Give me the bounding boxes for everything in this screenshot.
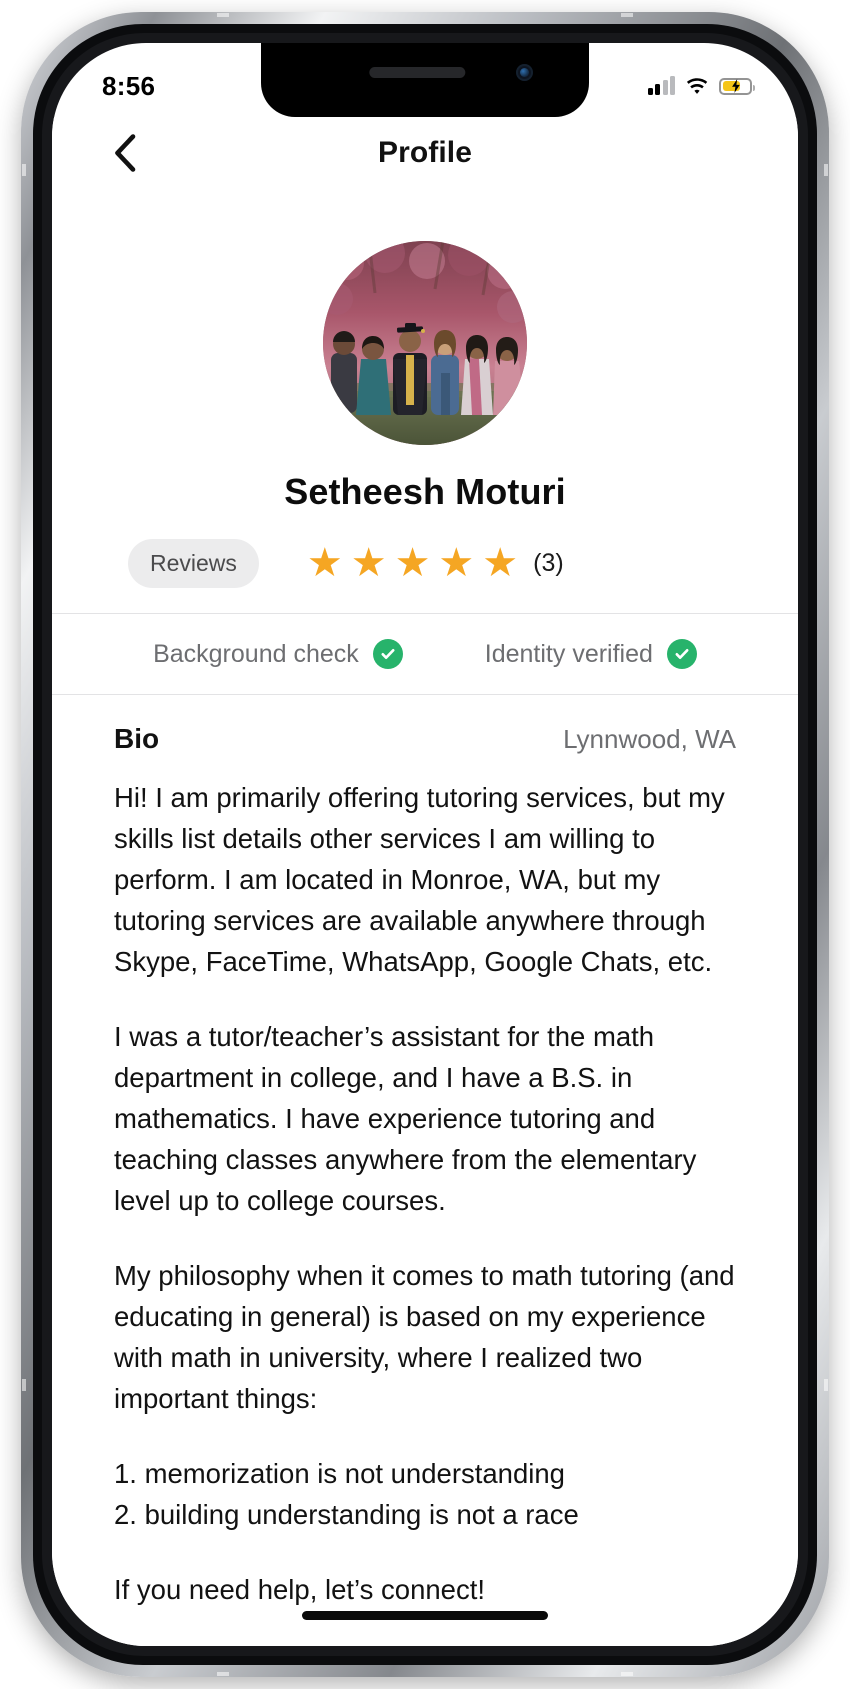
bio-paragraph: My philosophy when it comes to math tuto…: [114, 1260, 735, 1414]
identity-verified-label: Identity verified: [484, 639, 653, 668]
avatar[interactable]: [323, 241, 527, 445]
star-rating[interactable]: ★ ★ ★ ★ ★ (3): [307, 543, 564, 583]
page-title: Profile: [377, 136, 473, 169]
review-count: (3): [533, 548, 564, 577]
star-icon: ★: [438, 541, 475, 585]
wifi-icon: [686, 77, 708, 94]
bio-list: 1. memorization is not understanding 2. …: [114, 1458, 579, 1530]
star-icon: ★: [394, 541, 431, 585]
bio-paragraph: I was a tutor/teacher’s assistant for th…: [114, 1021, 697, 1216]
star-icon: ★: [482, 541, 519, 585]
bio-header: Bio Lynnwood, WA: [52, 695, 798, 755]
verified-check-icon: [372, 639, 403, 669]
identity-verified-item: Identity verified: [485, 639, 697, 669]
reviews-button[interactable]: Reviews: [128, 538, 259, 588]
background-check-item: Background check: [153, 639, 403, 669]
profile-name: Setheesh Moturi: [284, 471, 566, 512]
bio-location: Lynnwood, WA: [563, 724, 736, 754]
status-indicators: [647, 76, 755, 96]
phone-inner-bezel: 8:56 Profile Setheesh Moturi Reviews ★ ★…: [42, 33, 808, 1656]
avatar-container: [52, 241, 798, 445]
rating-row: Reviews ★ ★ ★ ★ ★ (3): [52, 535, 798, 591]
earpiece-speaker: [369, 67, 466, 78]
battery-charging-icon: [719, 77, 755, 95]
avatar-photo: [323, 241, 527, 445]
antenna-line: [217, 1672, 229, 1676]
front-camera-icon: [516, 64, 533, 81]
star-icon: ★: [350, 541, 387, 585]
antenna-line: [217, 13, 229, 17]
bio-paragraph: Hi! I am primarily offering tutoring ser…: [114, 782, 725, 977]
home-indicator[interactable]: [302, 1611, 548, 1620]
verification-row: Background check Identity verified: [52, 614, 798, 694]
chevron-left-icon: [115, 134, 136, 172]
antenna-line: [621, 13, 633, 17]
phone-screen: 8:56 Profile Setheesh Moturi Reviews ★ ★…: [52, 43, 798, 1646]
bio-body: Hi! I am primarily offering tutoring ser…: [52, 755, 798, 1610]
phone-bezel: 8:56 Profile Setheesh Moturi Reviews ★ ★…: [33, 24, 817, 1665]
antenna-line: [621, 1672, 633, 1676]
cellular-signal-icon: [647, 76, 675, 95]
bio-paragraph: If you need help, let’s connect!: [114, 1574, 485, 1605]
profile-content: Setheesh Moturi Reviews ★ ★ ★ ★ ★ (3) Ba…: [52, 189, 798, 1646]
navigation-bar: Profile: [52, 117, 798, 189]
back-button[interactable]: [108, 132, 142, 174]
phone-device-frame: 8:56 Profile Setheesh Moturi Reviews ★ ★…: [21, 12, 829, 1677]
verified-check-icon: [666, 639, 697, 669]
antenna-line: [824, 1379, 828, 1391]
antenna-line: [22, 1379, 26, 1391]
bio-title: Bio: [114, 723, 160, 754]
device-notch: [261, 43, 589, 117]
status-time: 8:56: [102, 70, 156, 101]
antenna-line: [824, 164, 828, 176]
background-check-label: Background check: [153, 639, 359, 668]
antenna-line: [22, 164, 26, 176]
star-icon: ★: [306, 541, 343, 585]
